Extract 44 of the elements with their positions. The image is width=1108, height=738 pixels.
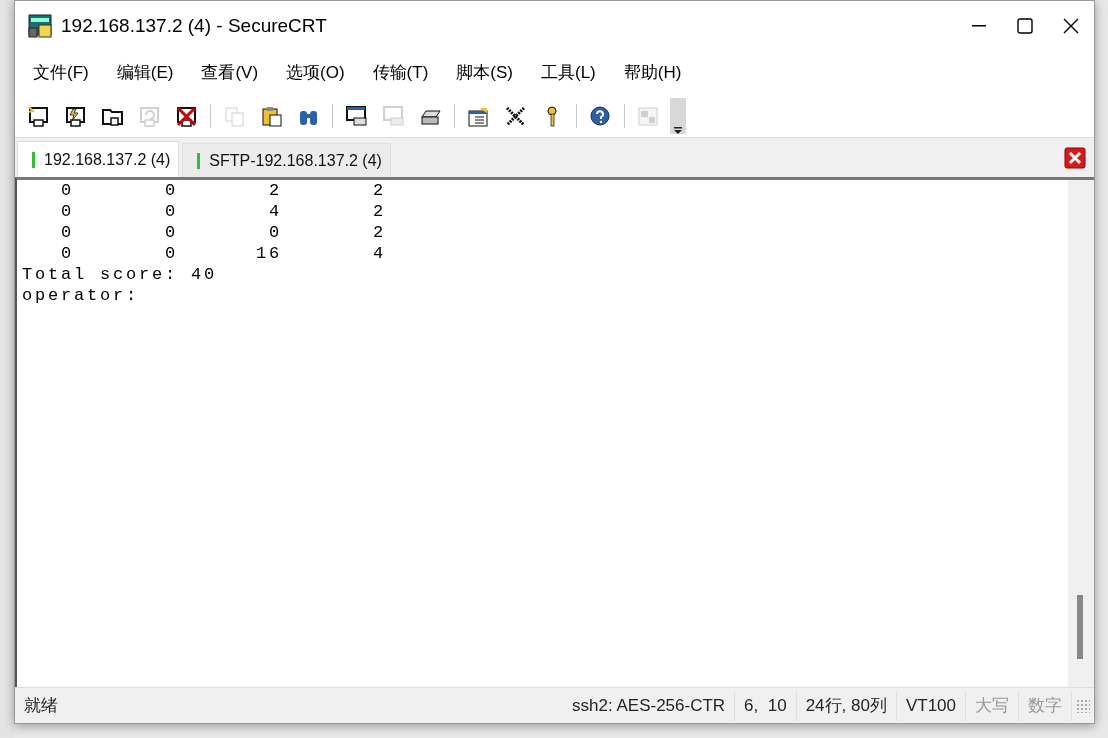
menu-item[interactable]: 查看(V) [193,56,267,90]
window-printer-icon [344,104,368,128]
menu-item[interactable]: 文件(F) [25,56,97,90]
monitor-spark-icon [26,104,50,128]
window-printer-icon [381,104,405,128]
status-field: VT100 [896,690,966,721]
terminal-line: 0 0 2 2 [60,180,388,201]
terminal-line: 0 0 4 2 [60,201,388,222]
close-icon [1064,147,1086,170]
toolbar-overflow-button[interactable] [670,98,686,134]
session-tab[interactable]: 192.168.137.2 (4) [17,141,180,177]
scrollbar-thumb[interactable] [1077,595,1083,659]
chevron-down-icon [674,126,682,134]
close-tab-button[interactable] [1064,145,1086,170]
terminal-line: 0 0 16 4 [60,243,388,264]
status-field: ssh2: AES-256-CTR [563,690,736,721]
menu-item[interactable]: 帮助(H) [615,56,690,90]
copy-icon [222,104,246,128]
terminal-line: Total score: 40 [22,264,219,285]
app-icon [27,13,53,39]
windows-icon [636,104,660,128]
clipboard-icon [259,104,283,128]
menu-item[interactable]: 选项(O) [278,56,353,90]
menu-item[interactable]: 传输(T) [364,56,437,90]
help-icon [588,104,612,128]
monitor-lightning-icon [63,104,87,128]
status-field: 6, 10 [735,690,797,721]
minimize-icon [972,25,986,27]
window-title: 192.168.137.2 (4) - SecureCRT [61,13,327,38]
status-field: 就绪 [15,690,67,721]
menu-item[interactable]: 脚本(S) [448,56,521,90]
menu-item[interactable]: 工具(L) [533,56,604,90]
scrollbar[interactable] [1068,180,1094,687]
status-field: 24行, 80列 [796,690,897,721]
monitor-cross-icon [174,104,198,128]
menu-item[interactable]: 编辑(E) [108,56,182,90]
status-field: 大写 [966,690,1019,721]
monitor-refresh-icon [137,104,161,128]
terminal-line: operator: [22,285,140,306]
session-tab[interactable]: SFTP-192.168.137.2 (4) [182,143,391,177]
close-icon [1063,18,1079,34]
terminal-line: 0 0 0 2 [60,222,388,243]
status-field: 数字 [1019,690,1072,721]
maximize-icon [1017,18,1033,34]
